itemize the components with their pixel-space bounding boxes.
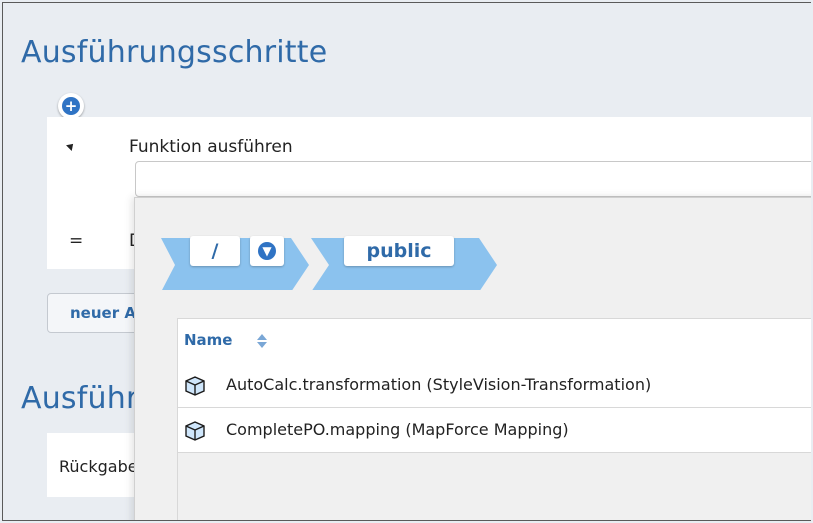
step-marker: = [69, 231, 84, 251]
file-browser-dialog: / ▼ public Name AutoCalc.transformation … [134, 197, 811, 520]
root-folder-button[interactable]: / [190, 236, 240, 266]
plus-icon: + [62, 97, 80, 115]
arrow-down-circle-icon: ▼ [258, 242, 276, 260]
list-item[interactable]: AutoCalc.transformation (StyleVision-Tra… [178, 363, 811, 408]
cube-icon [185, 421, 205, 441]
add-step-button[interactable]: + [58, 93, 84, 119]
name-column-header[interactable]: Name [184, 331, 232, 349]
step-label: Funktion ausführen [129, 137, 293, 157]
function-path-input[interactable] [135, 161, 811, 197]
file-list: Name AutoCalc.transformation (StyleVisio… [177, 318, 811, 520]
folder-dropdown-button[interactable]: ▼ [250, 236, 284, 266]
list-item-label: AutoCalc.transformation (StyleVision-Tra… [226, 375, 652, 394]
steps-section-title: Ausführungsschritte [21, 35, 328, 70]
sort-icon[interactable] [256, 333, 268, 349]
cube-icon [185, 376, 205, 396]
file-list-header: Name [178, 318, 811, 364]
new-step-button[interactable]: neuer Ausführungsschritt [47, 293, 147, 333]
breadcrumb-public-folder[interactable]: public [344, 236, 454, 266]
list-item[interactable]: CompletePO.mapping (MapForce Mapping) [178, 408, 811, 453]
list-item-label: CompletePO.mapping (MapForce Mapping) [226, 420, 569, 439]
main-frame: Ausführungsschritte + Funktion ausführen… [2, 2, 811, 521]
